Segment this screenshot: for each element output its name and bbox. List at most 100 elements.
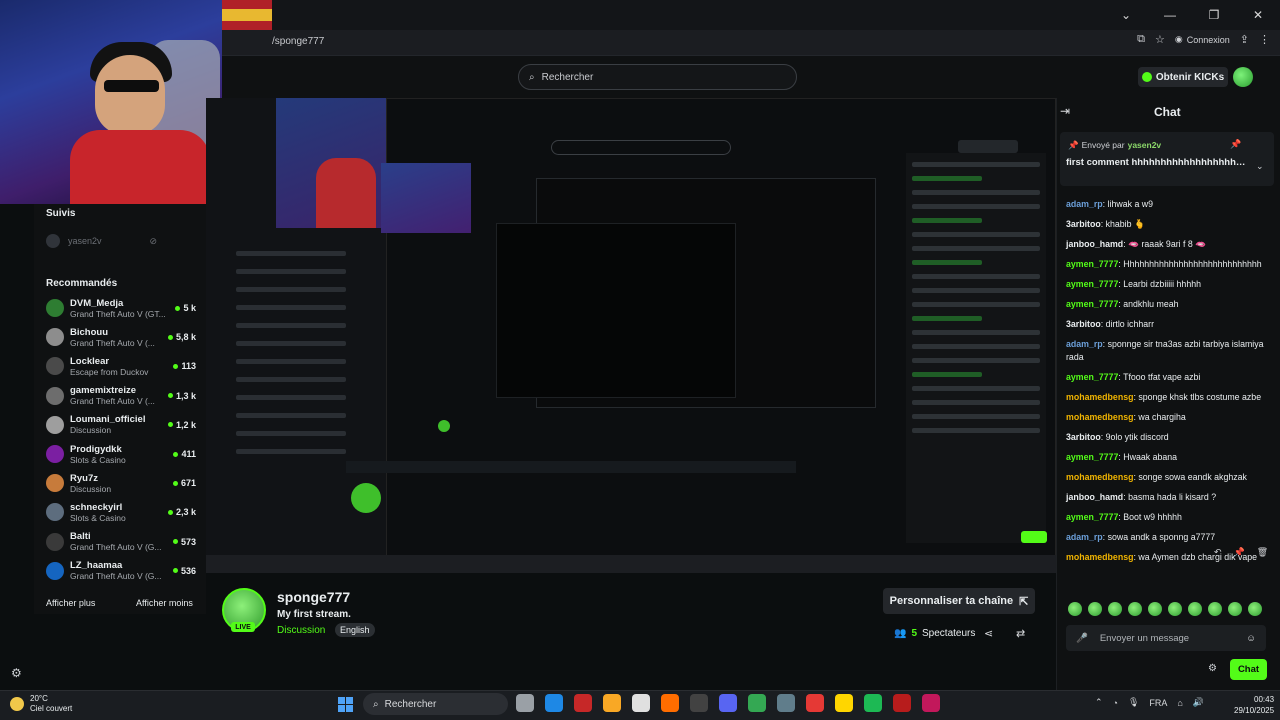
recommended-item[interactable]: Prodigydkk Slots & Casino 411 [46, 440, 196, 468]
tab-list-chevron-icon[interactable]: ⌄ [1104, 0, 1148, 30]
chat-send-button[interactable]: Chat [1230, 659, 1267, 680]
show-less-link[interactable]: Afficher moins [136, 598, 193, 608]
pinned-by-user[interactable]: yasen2v [1128, 140, 1162, 151]
bookmark-star-icon[interactable]: ☆ [1155, 33, 1165, 46]
chevron-down-icon[interactable]: ⌄ [1256, 161, 1264, 172]
taskbar-app-icon[interactable] [806, 694, 824, 712]
taskbar-app-icon[interactable] [661, 694, 679, 712]
emoji-icon[interactable]: ☺ [1246, 633, 1256, 644]
reply-icon[interactable]: ↶ [1214, 547, 1222, 558]
taskbar-app-icon[interactable] [632, 694, 650, 712]
chat-username[interactable]: aymen_7777 [1066, 512, 1118, 522]
emote[interactable] [1088, 602, 1102, 616]
extensions-icon[interactable]: ⇪ [1240, 33, 1249, 46]
install-app-icon[interactable]: ⧉ [1137, 33, 1145, 46]
share-icon[interactable]: ⋖ [984, 627, 993, 640]
chat-settings-icon[interactable]: ⚙ [1208, 663, 1217, 674]
collapse-chat-icon[interactable]: ⇥ [1060, 104, 1070, 118]
wifi-icon[interactable]: ◔ [1113, 698, 1118, 708]
taskbar-app-icon[interactable] [835, 694, 853, 712]
microphone-icon[interactable]: 🎤 [1076, 633, 1088, 644]
user-avatar[interactable] [1233, 67, 1253, 87]
emote[interactable] [1128, 602, 1142, 616]
recommended-item[interactable]: Bichouu Grand Theft Auto V (... 5,8 k [46, 323, 196, 351]
language-tag[interactable]: English [335, 623, 375, 637]
emote[interactable] [1208, 602, 1222, 616]
taskbar-app-icon[interactable] [864, 694, 882, 712]
taskbar-app-icon[interactable] [690, 694, 708, 712]
gear-icon[interactable]: ⚙ [11, 666, 22, 680]
emote[interactable] [1188, 602, 1202, 616]
chat-username[interactable]: 3arbitoo [1066, 319, 1101, 329]
search-input[interactable]: ⌕ Rechercher [518, 64, 797, 90]
emote[interactable] [1168, 602, 1182, 616]
chevron-up-icon[interactable]: ⌃ [1095, 697, 1103, 708]
chat-text: basma hada li kisard ? [1128, 492, 1217, 502]
connexion-button[interactable]: ◉ Connexion [1175, 34, 1230, 45]
more-options-icon[interactable]: ⇄ [1016, 627, 1025, 640]
chat-username[interactable]: adam_rp [1066, 339, 1103, 349]
minimize-icon[interactable]: — [1148, 0, 1192, 30]
chat-username[interactable]: adam_rp [1066, 199, 1103, 209]
close-icon[interactable]: ✕ [1236, 0, 1280, 30]
chat-username[interactable]: aymen_7777 [1066, 452, 1118, 462]
stream-category[interactable]: Discussion [277, 625, 325, 636]
chat-username[interactable]: aymen_7777 [1066, 259, 1118, 269]
show-more-link[interactable]: Afficher plus [46, 598, 95, 608]
emote[interactable] [1148, 602, 1162, 616]
chat-username[interactable]: mohamedbensg [1066, 472, 1133, 482]
recommended-item[interactable]: Loumani_officiel Discussion 1,2 k [46, 411, 196, 439]
video-player[interactable] [206, 98, 1056, 558]
browser-menu-icon[interactable]: ⋮ [1259, 33, 1270, 46]
chat-username[interactable]: aymen_7777 [1066, 299, 1118, 309]
chat-username[interactable]: 3arbitoo [1066, 432, 1101, 442]
channel-name[interactable]: sponge777 [277, 589, 350, 605]
windows-start-icon[interactable] [338, 697, 353, 712]
taskbar-app-icon[interactable] [516, 694, 534, 712]
clock[interactable]: 00:43 29/10/2025 [1234, 694, 1274, 716]
delete-icon[interactable]: 🗑 [1257, 547, 1268, 558]
taskbar-app-icon[interactable] [719, 694, 737, 712]
recommended-item[interactable]: schneckyirl Slots & Casino 2,3 k [46, 498, 196, 526]
pin-message-icon[interactable]: 📌 [1234, 547, 1245, 558]
mic-tray-icon[interactable]: 🎙 [1128, 697, 1139, 708]
recommended-item[interactable]: Locklear Escape from Duckov 113 [46, 352, 196, 380]
taskbar-app-icon[interactable] [574, 694, 592, 712]
chat-username[interactable]: 3arbitoo [1066, 219, 1101, 229]
recommended-item[interactable]: Balti Grand Theft Auto V (G... 573 [46, 528, 196, 556]
customize-channel-button[interactable]: Personnaliser ta chaîne ⇱ [883, 588, 1035, 614]
pin-icon[interactable]: 📌 [1230, 139, 1241, 150]
chat-input[interactable]: 🎤 Envoyer un message ☺ [1066, 625, 1266, 651]
chat-username[interactable]: janboo_hamd [1066, 239, 1123, 249]
chat-username[interactable]: adam_rp [1066, 532, 1103, 542]
volume-icon[interactable]: 🔊 [1193, 697, 1204, 708]
taskbar-app-icon[interactable] [545, 694, 563, 712]
recommended-item[interactable]: Ryu7z Discussion 671 [46, 469, 196, 497]
emote[interactable] [1108, 602, 1122, 616]
taskbar-app-icon[interactable] [603, 694, 621, 712]
recommended-item[interactable]: LZ_haamaa Grand Theft Auto V (G... 536 [46, 557, 196, 585]
taskbar-app-icon[interactable] [748, 694, 766, 712]
chat-username[interactable]: aymen_7777 [1066, 279, 1118, 289]
taskbar-app-icon[interactable] [777, 694, 795, 712]
url-text[interactable]: /sponge777 [272, 36, 324, 47]
network-icon[interactable]: ⌂ [1177, 698, 1182, 708]
weather-widget[interactable]: 20°C Ciel couvert [10, 694, 72, 714]
emote[interactable] [1228, 602, 1242, 616]
taskbar-app-icon[interactable] [893, 694, 911, 712]
maximize-icon[interactable]: ❐ [1192, 0, 1236, 30]
chat-username[interactable]: mohamedbensg [1066, 392, 1133, 402]
recommended-item[interactable]: DVM_Medja Grand Theft Auto V (GT... 5 k [46, 294, 196, 322]
emote[interactable] [1068, 602, 1082, 616]
taskbar-search[interactable]: ⌕ Rechercher [363, 693, 508, 715]
followed-item[interactable]: yasen2v ⊘ [46, 234, 157, 248]
emote[interactable] [1248, 602, 1262, 616]
chat-username[interactable]: mohamedbensg [1066, 412, 1133, 422]
chat-username[interactable]: mohamedbensg [1066, 552, 1133, 562]
chat-username[interactable]: janboo_hamd [1066, 492, 1123, 502]
recommended-item[interactable]: gamemixtreize Grand Theft Auto V (... 1,3 … [46, 382, 196, 410]
get-kicks-button[interactable]: Obtenir KICKs [1138, 67, 1228, 87]
taskbar-app-icon[interactable] [922, 694, 940, 712]
chat-username[interactable]: aymen_7777 [1066, 372, 1118, 382]
language-indicator[interactable]: FRA [1149, 698, 1167, 708]
